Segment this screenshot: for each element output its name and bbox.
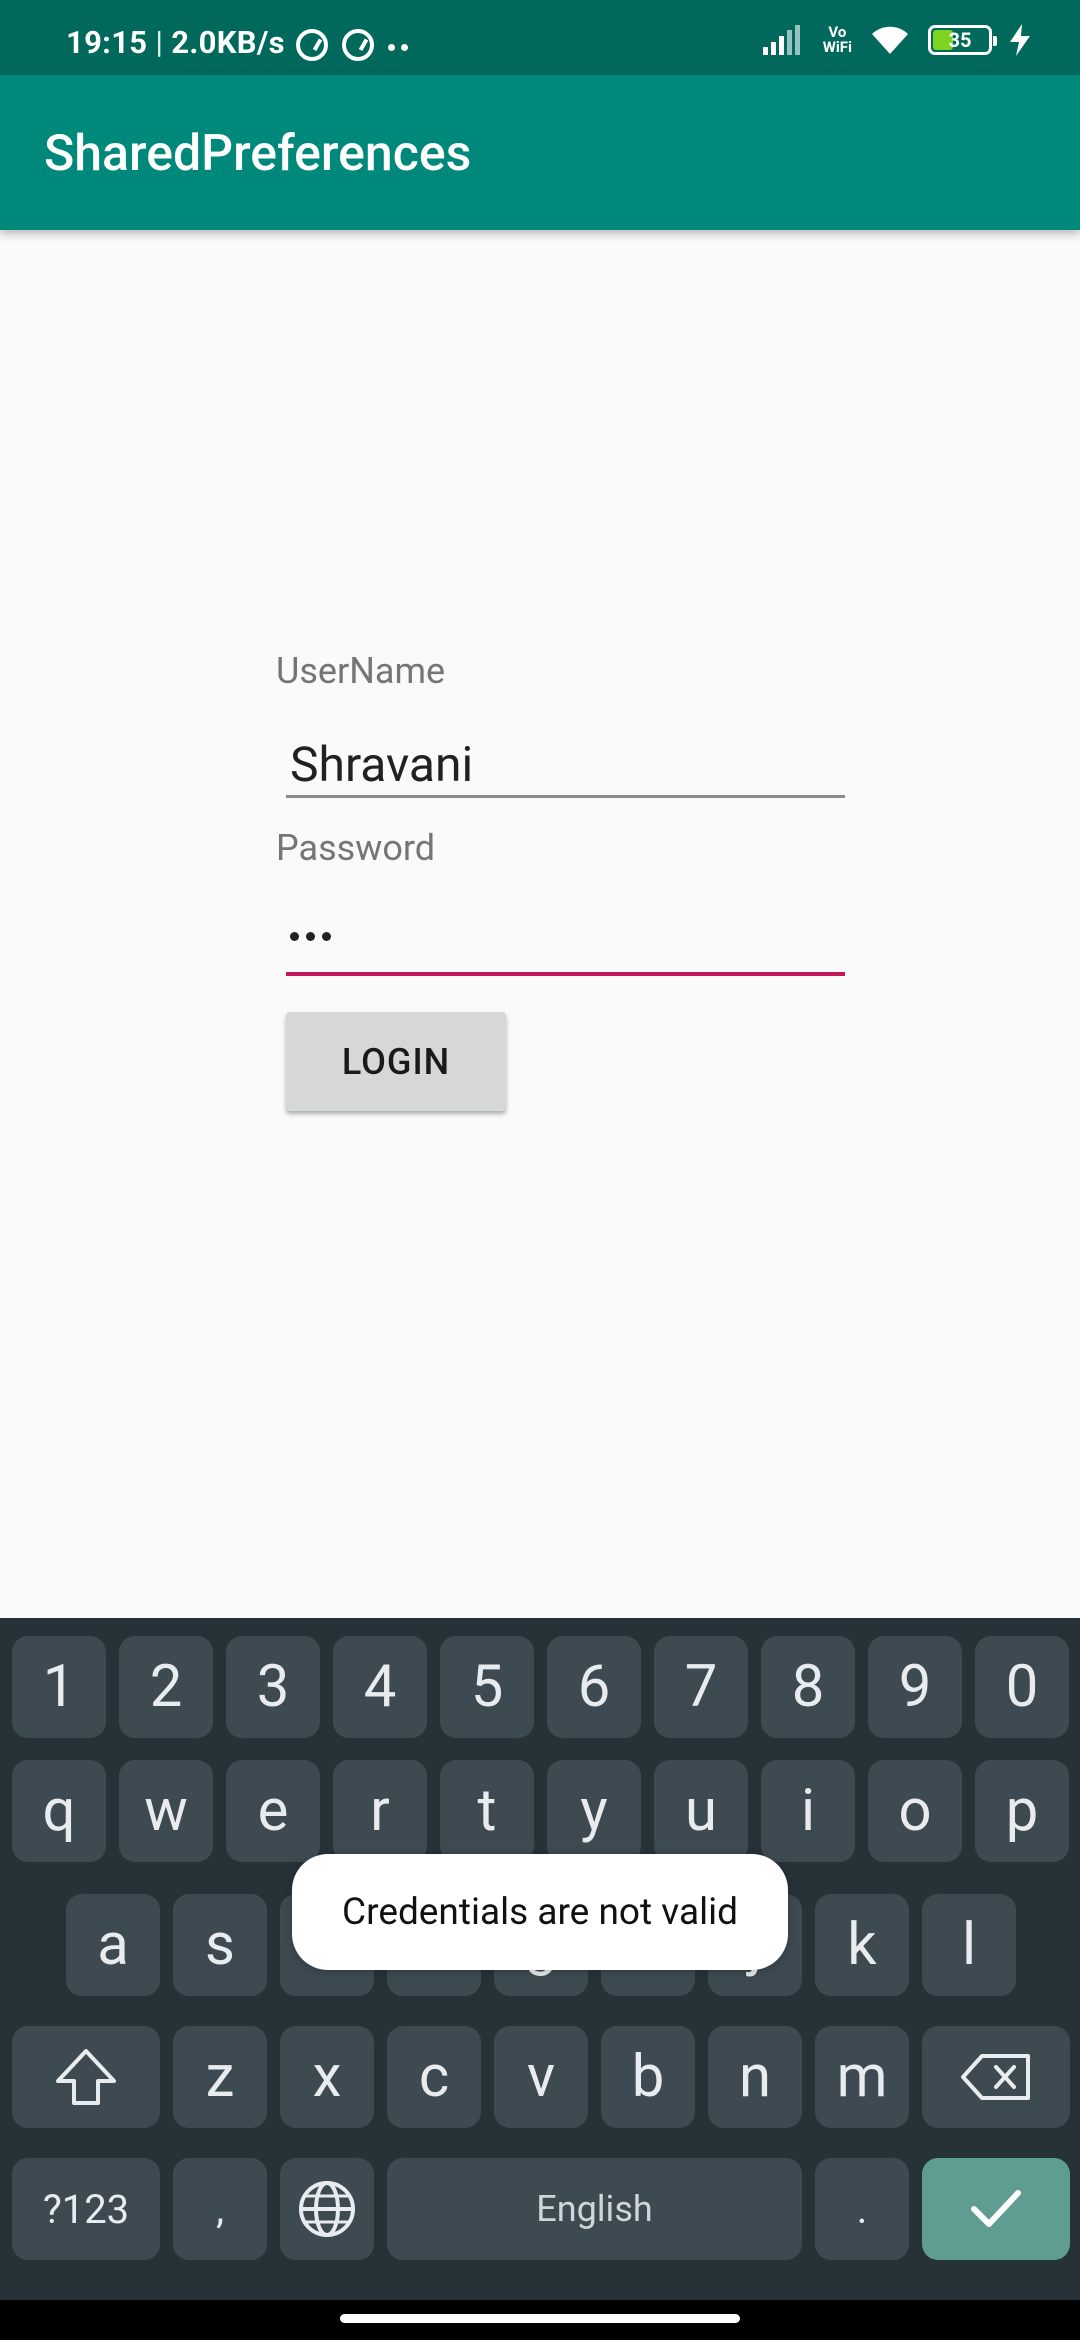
signal-icon	[762, 25, 800, 55]
key-n[interactable]: n	[708, 2026, 802, 2128]
backspace-icon	[961, 2054, 1030, 2100]
vowifi-icon: Vo WiFi	[822, 23, 852, 56]
password-underline-focused	[286, 972, 845, 976]
login-button[interactable]: LOGIN	[286, 1012, 506, 1111]
key-4[interactable]: 4	[333, 1636, 427, 1738]
navigation-bar	[0, 2300, 1080, 2340]
key-6[interactable]: 6	[547, 1636, 641, 1738]
comma-key[interactable]: ,	[173, 2158, 267, 2260]
charging-icon	[1010, 24, 1030, 56]
shift-icon	[56, 2049, 116, 2105]
key-3[interactable]: 3	[226, 1636, 320, 1738]
toast-message: Credentials are not valid	[292, 1854, 788, 1970]
period-key[interactable]: .	[815, 2158, 909, 2260]
key-p[interactable]: p	[975, 1760, 1069, 1862]
key-5[interactable]: 5	[440, 1636, 534, 1738]
key-u[interactable]: u	[654, 1760, 748, 1862]
key-e[interactable]: e	[226, 1760, 320, 1862]
key-m[interactable]: m	[815, 2026, 909, 2128]
key-k[interactable]: k	[815, 1894, 909, 1996]
key-2[interactable]: 2	[119, 1636, 213, 1738]
space-key[interactable]: English	[387, 2158, 802, 2260]
app-title: SharedPreferences	[44, 125, 472, 183]
key-7[interactable]: 7	[654, 1636, 748, 1738]
key-b[interactable]: b	[601, 2026, 695, 2128]
password-dots	[290, 932, 331, 941]
status-bar: 19:15 | 2.0KB/s Vo WiFi 35	[0, 0, 1080, 75]
username-field[interactable]: Shravani	[286, 728, 845, 798]
language-key[interactable]	[280, 2158, 374, 2260]
backspace-key[interactable]	[922, 2026, 1070, 2128]
app-bar: SharedPreferences	[0, 75, 1080, 230]
username-label: UserName	[276, 650, 446, 692]
key-a[interactable]: a	[66, 1894, 160, 1996]
key-9[interactable]: 9	[868, 1636, 962, 1738]
system-icons: Vo WiFi 35	[762, 23, 1030, 56]
key-s[interactable]: s	[173, 1894, 267, 1996]
shift-key[interactable]	[12, 2026, 160, 2128]
key-0[interactable]: 0	[975, 1636, 1069, 1738]
notification-icons	[296, 29, 414, 61]
key-w[interactable]: w	[119, 1760, 213, 1862]
key-v[interactable]: v	[494, 2026, 588, 2128]
key-x[interactable]: x	[280, 2026, 374, 2128]
home-gesture-handle[interactable]	[340, 2314, 740, 2323]
status-time: 19:15 | 2.0KB/s	[66, 24, 285, 61]
key-q[interactable]: q	[12, 1760, 106, 1862]
separator: |	[155, 24, 164, 61]
symbols-key[interactable]: ?123	[12, 2158, 160, 2260]
key-o[interactable]: o	[868, 1760, 962, 1862]
globe-icon	[299, 2181, 355, 2237]
clock: 19:15	[66, 24, 148, 61]
key-i[interactable]: i	[761, 1760, 855, 1862]
sync-notification-icon	[296, 29, 328, 61]
key-c[interactable]: c	[387, 2026, 481, 2128]
more-notifications-icon	[388, 36, 414, 55]
sync-notification-icon	[342, 29, 374, 61]
done-key[interactable]	[922, 2158, 1070, 2260]
key-t[interactable]: t	[440, 1760, 534, 1862]
checkmark-icon	[971, 2190, 1021, 2227]
wifi-icon	[872, 26, 908, 54]
network-speed: 2.0KB/s	[171, 24, 285, 61]
username-underline	[286, 795, 845, 798]
key-l[interactable]: l	[922, 1894, 1016, 1996]
battery-icon: 35	[928, 25, 997, 55]
key-1[interactable]: 1	[12, 1636, 106, 1738]
key-z[interactable]: z	[173, 2026, 267, 2128]
battery-level: 35	[948, 28, 972, 52]
key-r[interactable]: r	[333, 1760, 427, 1862]
password-label: Password	[276, 827, 436, 869]
username-value: Shravani	[290, 736, 474, 793]
key-y[interactable]: y	[547, 1760, 641, 1862]
password-field[interactable]	[286, 906, 845, 976]
key-8[interactable]: 8	[761, 1636, 855, 1738]
